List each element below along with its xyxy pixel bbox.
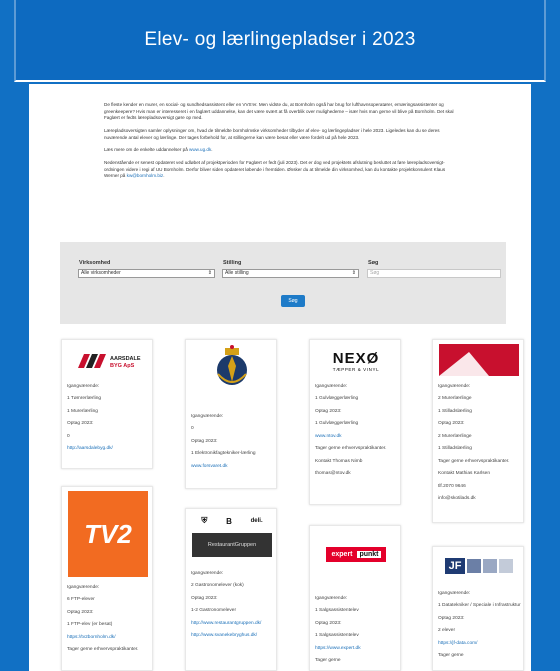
company-link[interactable]: www.forsvaret.dk — [191, 464, 228, 469]
company-link[interactable]: http://aarsdalebyg.dk/ — [67, 446, 113, 451]
company-card-restaurantgruppen: ⛨ B deli. RestaurantGruppen Igangværende… — [185, 508, 277, 671]
nexo-logo: NEXØ TÆPPER & VINYL — [332, 350, 380, 372]
card-info: Igangværende: 0 Optag 2023: 1 Elektronik… — [191, 414, 256, 469]
company-card-expert: expert punkt Igangværende: 1 Salgsassist… — [309, 525, 401, 671]
forsvaret-crest-logo — [192, 344, 272, 392]
company-card-jfdata: JF Igangværende: 1 Datatekniker / Specia… — [432, 546, 524, 671]
jfdata-logo: JF — [439, 553, 519, 579]
search-input[interactable]: Søg — [367, 269, 501, 278]
company-link[interactable]: https://tv2bornholm.dk/ — [67, 635, 116, 640]
search-label: Søg — [368, 260, 379, 266]
svg-text:AARSDALE: AARSDALE — [110, 356, 141, 362]
company-card-nexo: NEXØ TÆPPER & VINYL Igangværende: 1 Gulv… — [309, 339, 401, 505]
company-card-forsvaret: Igangværende: 0 Optag 2023: 1 Elektronik… — [185, 339, 277, 489]
shield-icon: ⛨ — [201, 516, 208, 525]
intro-text: De fleste kender en murer, en social- og… — [104, 102, 456, 186]
company-link[interactable]: www.ntov.dk — [315, 434, 342, 439]
tv2-logo: TV2 — [68, 491, 148, 577]
virksomhed-select[interactable]: Alle virksomheder ⇕ — [78, 269, 215, 278]
select-arrow-icon: ⇕ — [351, 270, 356, 276]
stilling-label: Stilling — [223, 260, 242, 266]
logo-deli: deli. — [250, 518, 263, 524]
card-info: Igangværende: 6 FTP-elever Optag 2023: 1… — [67, 585, 139, 653]
search-button[interactable]: Søg — [281, 295, 305, 307]
virksomhed-label: Virksomhed — [79, 260, 111, 266]
skotilads-logo — [439, 344, 519, 376]
card-info: Igangværende: 1 Salgsassistentelev Optag… — [315, 596, 361, 664]
intro-paragraph-4: Nedenstående er senest opdateret ved udl… — [104, 159, 446, 179]
intro-paragraph-3: Læs mere om de enkelte uddannelser på ww… — [104, 147, 213, 153]
card-info: Igangværende: 1 Datatekniker / Speciale … — [438, 591, 521, 659]
company-link[interactable]: https://www.expert.dk — [315, 646, 361, 651]
stilling-select[interactable]: Alle stilling ⇕ — [222, 269, 359, 278]
card-info: Igangværende: 2 Murerlærlinge 1 Stillads… — [438, 384, 510, 502]
ug-link[interactable]: www.ug.dk — [189, 147, 211, 152]
company-link[interactable]: https://jf-data.com/ — [438, 641, 477, 646]
expert-logo: expert punkt — [316, 536, 396, 572]
company-link[interactable]: http://www.restaurantgruppen.dk/ — [191, 621, 261, 626]
card-info: Igangværende: 1 Gulvlæggerlærling Optag … — [315, 384, 387, 477]
company-card-tv2: TV2 Igangværende: 6 FTP-elever Optag 202… — [61, 486, 153, 671]
card-info: Igangværende: 1 Tømrerlærling 1 Murerlær… — [67, 384, 113, 452]
filter-panel — [60, 242, 506, 324]
select-arrow-icon: ⇕ — [207, 270, 212, 276]
company-card-aarsdale: AARSDALE BYG ApS Igangværende: 1 Tømrerl… — [61, 339, 153, 469]
logo-b: B — [226, 516, 232, 526]
company-link-2[interactable]: http://www.svanekebryghus.dk/ — [191, 633, 257, 638]
restaurantgruppen-logo: ⛨ B deli. RestaurantGruppen — [192, 513, 272, 565]
aarsdale-logo: AARSDALE BYG ApS — [68, 348, 148, 374]
company-card-skotilads: Igangværende: 2 Murerlærlinge 1 Stillads… — [432, 339, 524, 523]
contact-email-link[interactable]: kw@bornholm.biz — [127, 173, 164, 178]
intro-paragraph-2: Lærepladsoversigten samler oplysninger o… — [104, 127, 440, 140]
intro-paragraph-1: De fleste kender en murer, en social- og… — [104, 102, 454, 121]
card-info: Igangværende: 2 Gastronomelever (kok) Op… — [191, 571, 262, 639]
page-title: Elev- og lærlingepladser i 2023 — [144, 29, 416, 50]
svg-text:BYG ApS: BYG ApS — [110, 363, 135, 369]
page-header: Elev- og lærlingepladser i 2023 — [14, 0, 546, 82]
